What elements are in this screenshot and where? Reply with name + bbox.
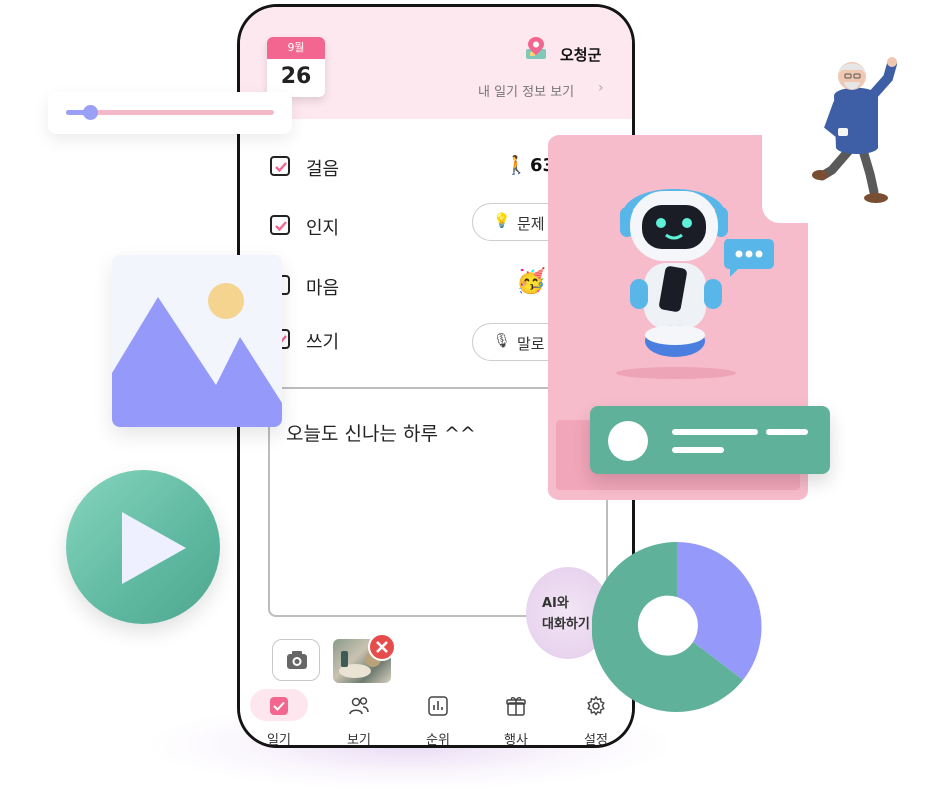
speak-button-label: 말로 <box>517 335 545 353</box>
slider-thumb[interactable] <box>83 105 99 120</box>
bottom-nav: 일기 보기 순위 행사 설정 <box>240 685 632 748</box>
nav-label: 행사 <box>504 733 528 748</box>
checkbox-checked[interactable] <box>270 215 290 235</box>
image-placeholder-card <box>112 255 282 427</box>
delete-photo-button[interactable] <box>368 633 396 661</box>
task-label: 쓰기 <box>306 332 340 353</box>
nav-item-event[interactable]: 행사 <box>481 693 551 748</box>
image-placeholder-icon <box>112 255 282 427</box>
people-icon <box>349 697 369 715</box>
walking-icon: 🚶 <box>505 155 528 176</box>
slider-card <box>48 92 292 134</box>
chat-preview-card <box>590 406 830 474</box>
nav-label: 순위 <box>426 733 450 748</box>
text-line-placeholder <box>672 447 724 453</box>
party-face-icon[interactable]: 🥳 <box>516 267 546 295</box>
bar-chart-icon <box>428 696 448 716</box>
waving-man-illustration <box>812 52 902 207</box>
diary-text: 오늘도 신나는 하루 ^^ <box>286 423 476 445</box>
map-pin-icon <box>522 35 550 63</box>
problem-button-label: 문제 <box>517 215 545 233</box>
nav-item-diary[interactable]: 일기 <box>244 689 314 745</box>
avatar <box>608 421 648 461</box>
chevron-right-icon[interactable]: › <box>598 80 604 96</box>
task-label: 인지 <box>306 218 340 239</box>
diary-header: 9월 26 오청군 내 일기 정보 보기 › <box>240 7 632 119</box>
calendar-month: 9월 <box>267 37 325 59</box>
gift-icon <box>506 697 526 716</box>
nav-label: 보기 <box>347 733 371 748</box>
close-icon <box>376 641 388 653</box>
checkbox-checked[interactable] <box>270 156 290 176</box>
microphone-icon: 🎙 <box>493 333 511 349</box>
text-line-placeholder <box>766 429 808 435</box>
region-name: 오청군 <box>560 46 602 64</box>
play-icon <box>122 512 186 584</box>
camera-icon <box>287 651 307 669</box>
check-square-icon <box>270 697 288 715</box>
text-line-placeholder <box>672 429 758 435</box>
calendar-badge[interactable]: 9월 26 <box>267 37 325 97</box>
task-label: 걸음 <box>306 159 340 180</box>
nav-item-rank[interactable]: 순위 <box>403 693 473 748</box>
lightbulb-icon: 💡 <box>493 213 511 229</box>
diary-info-link[interactable]: 내 일기 정보 보기 <box>478 81 574 100</box>
task-label: 마음 <box>306 278 340 299</box>
camera-button[interactable] <box>272 639 320 681</box>
calendar-day: 26 <box>280 64 312 89</box>
play-button[interactable] <box>66 470 220 624</box>
donut-chart <box>591 541 762 712</box>
nav-item-view[interactable]: 보기 <box>324 693 394 748</box>
